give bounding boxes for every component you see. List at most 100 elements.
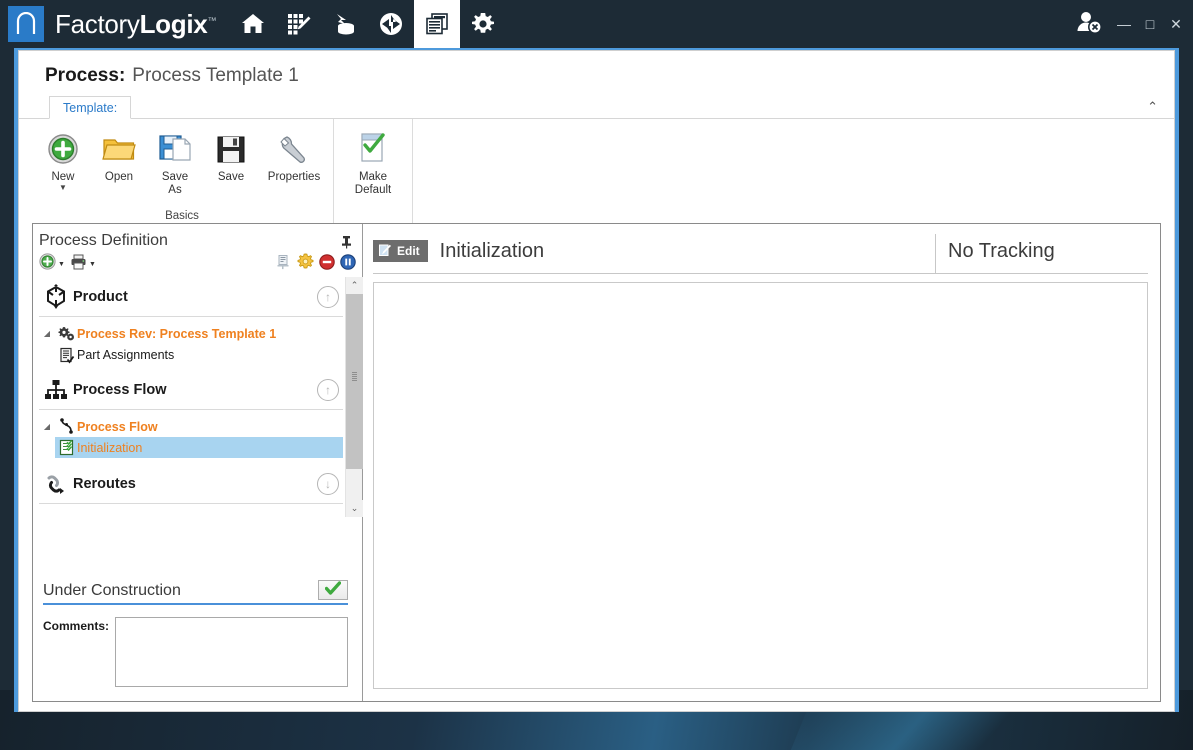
left-pane-spacer <box>33 517 362 580</box>
pin-icon[interactable] <box>340 232 353 251</box>
reroutes-chain-icon <box>39 471 73 497</box>
process-tree: Product ↑ ◢ Proce <box>33 277 345 517</box>
scroll-down-arrow-icon[interactable]: ⌄ <box>346 500 363 517</box>
pane-title: Process Definition <box>39 232 168 250</box>
expander-icon[interactable]: ◢ <box>39 422 55 431</box>
ribbon-tab-row: Template: ⌃ <box>19 96 1174 119</box>
maximize-button[interactable]: □ <box>1139 10 1161 38</box>
new-plus-icon <box>46 129 80 169</box>
stop-button[interactable] <box>319 254 335 275</box>
pause-button[interactable] <box>340 254 356 275</box>
tree-node-initialization-label: Initialization <box>77 441 142 455</box>
process-flow-collapse-arrow[interactable]: ↑ <box>317 379 339 401</box>
status-badge: Under Construction <box>43 582 181 600</box>
ribbon-group-basics: New ▼ Open <box>19 119 334 225</box>
settings-button[interactable] <box>297 253 314 275</box>
tree-node-initialization[interactable]: Initialization <box>55 437 343 458</box>
save-as-icon <box>158 129 192 169</box>
process-flow-hierarchy-icon <box>39 377 73 403</box>
tree-group-reroutes[interactable]: Reroutes ↓ <box>39 464 343 504</box>
make-default-icon <box>357 129 389 169</box>
tree-node-process-flow[interactable]: ◢ Process Flow <box>39 416 343 437</box>
reroutes-expand-arrow[interactable]: ↓ <box>317 473 339 495</box>
scroll-up-arrow-icon[interactable]: ⌃ <box>346 277 363 294</box>
report-icon <box>276 254 292 275</box>
stop-red-icon <box>319 254 335 275</box>
process-tree-wrapper: Product ↑ ◢ Proce <box>33 277 362 517</box>
scrollbar-thumb[interactable] <box>346 294 363 469</box>
pane-header: Process Definition <box>33 224 362 251</box>
tab-template[interactable]: Template: <box>49 96 131 119</box>
tree-group-product-label: Product <box>73 289 317 305</box>
nav-navigate-button[interactable] <box>368 0 414 48</box>
tree-scrollbar[interactable]: ⌃ ⌄ <box>345 277 362 517</box>
edit-pencil-icon <box>378 243 392 260</box>
nav-icon-group <box>230 0 506 48</box>
nav-settings-button[interactable] <box>460 0 506 48</box>
comments-row: Comments: <box>43 617 348 687</box>
ribbon-collapse-button[interactable]: ⌃ <box>1147 98 1158 116</box>
workspace: Process Definition <box>32 223 1161 702</box>
left-pane-bottom-gap <box>33 687 362 701</box>
brand-second: Logix <box>140 9 208 39</box>
comments-label: Comments: <box>43 617 109 687</box>
gear-icon <box>470 11 496 37</box>
save-as-button-label: Save As <box>162 171 188 197</box>
tree-node-part-assignments[interactable]: Part Assignments <box>39 344 343 366</box>
new-button[interactable]: New ▼ <box>35 125 91 192</box>
report-button[interactable] <box>276 254 292 275</box>
brand-first: Factory <box>55 9 140 39</box>
tree-group-product[interactable]: Product ↑ <box>39 277 343 317</box>
properties-button-label: Properties <box>268 171 320 184</box>
factorylogix-logo-mark <box>8 6 44 42</box>
flow-branch-icon <box>55 418 77 435</box>
green-check-icon <box>325 581 341 600</box>
user-logout-icon <box>1075 9 1103 40</box>
save-disk-icon <box>215 129 247 169</box>
product-collapse-arrow[interactable]: ↑ <box>317 286 339 308</box>
expander-icon[interactable]: ◢ <box>39 329 55 338</box>
application-window: Process:Process Template 1 Template: ⌃ <box>18 50 1175 712</box>
edit-button[interactable]: Edit <box>373 240 428 262</box>
grid-edit-icon <box>286 11 312 37</box>
approve-status-button[interactable] <box>318 580 348 600</box>
nav-planning-button[interactable] <box>276 0 322 48</box>
make-default-button-label: Make Default <box>355 171 391 197</box>
nav-process-button[interactable] <box>414 0 460 48</box>
step-detail-header: Edit Initialization No Tracking <box>373 234 1148 274</box>
tree-group-process-flow[interactable]: Process Flow ↑ <box>39 370 343 410</box>
comments-input[interactable] <box>115 617 348 687</box>
chevron-down-icon[interactable]: ▼ <box>59 184 67 192</box>
nav-materials-button[interactable] <box>322 0 368 48</box>
status-row: Under Construction <box>43 580 348 605</box>
open-button[interactable]: Open <box>91 125 147 184</box>
home-icon <box>240 11 266 37</box>
save-button[interactable]: Save <box>203 125 259 184</box>
add-green-plus-icon <box>39 253 56 275</box>
process-value: Process Template 1 <box>132 65 299 86</box>
save-as-button[interactable]: Save As <box>147 125 203 197</box>
add-node-button[interactable]: ▼ <box>39 253 65 275</box>
close-button[interactable]: ✕ <box>1165 10 1187 38</box>
make-default-button[interactable]: Make Default <box>338 125 408 197</box>
chevron-down-icon[interactable]: ▼ <box>89 261 96 268</box>
nav-home-button[interactable] <box>230 0 276 48</box>
chevron-down-icon[interactable]: ▼ <box>58 261 65 268</box>
open-folder-icon <box>102 129 136 169</box>
scrollbar-grip <box>352 372 357 382</box>
minimize-button[interactable]: — <box>1113 10 1135 38</box>
product-cube-icon <box>39 284 73 310</box>
properties-button[interactable]: Properties <box>259 125 329 184</box>
print-icon <box>70 254 87 275</box>
navigate-icon <box>378 11 404 37</box>
windows-icon <box>424 11 450 37</box>
save-button-label: Save <box>218 171 244 184</box>
user-logout-button[interactable] <box>1069 0 1109 48</box>
application-window-frame: Process:Process Template 1 Template: ⌃ <box>14 46 1179 712</box>
tree-node-process-rev[interactable]: ◢ Process Rev: Process Template 1 <box>39 323 343 344</box>
step-detail-body[interactable] <box>373 282 1148 689</box>
factorylogix-wordmark: FactoryLogix™ <box>55 9 216 40</box>
step-detail-header-left: Edit Initialization <box>373 234 935 274</box>
part-assignments-icon <box>55 347 77 364</box>
print-button[interactable]: ▼ <box>70 254 96 275</box>
